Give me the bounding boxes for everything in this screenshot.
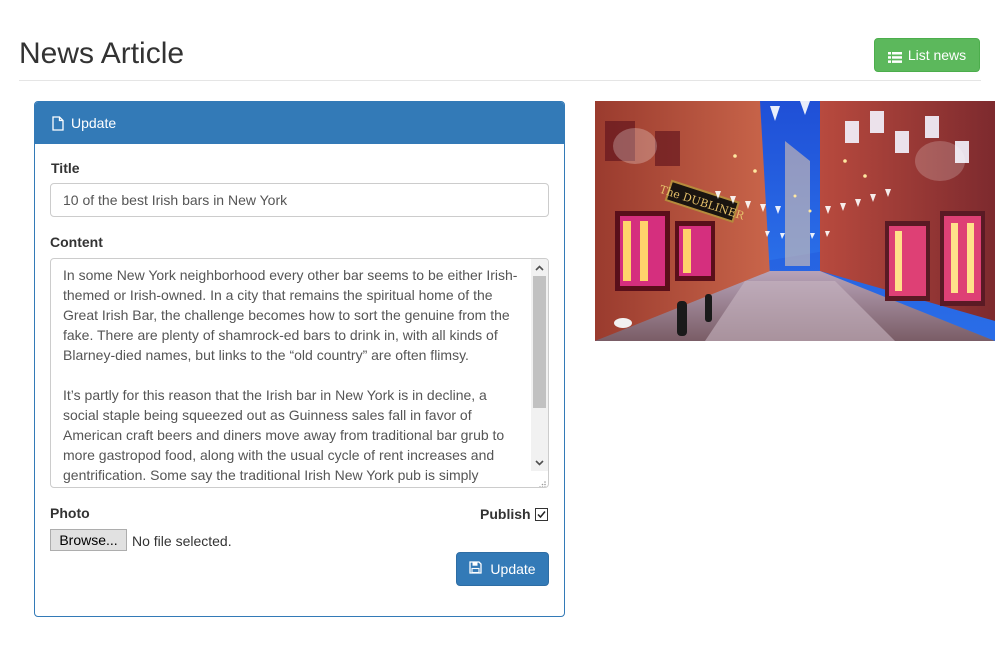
list-news-button[interactable]: List news [874, 38, 980, 72]
resize-grip-icon[interactable] [537, 476, 547, 487]
publish-field: Publish [480, 506, 548, 522]
list-news-label: List news [907, 47, 967, 63]
title-label: Title [51, 160, 80, 176]
file-status: No file selected. [132, 533, 232, 549]
update-button[interactable]: Update [456, 552, 549, 586]
browse-button[interactable]: Browse... [50, 529, 127, 551]
article-photo: The DUBLINER [595, 101, 995, 341]
scroll-down-arrow-icon[interactable] [531, 454, 548, 471]
scroll-up-arrow-icon[interactable] [531, 259, 548, 276]
content-scrollbar[interactable] [531, 259, 548, 471]
update-panel: Update Title Content In some New York ne… [34, 101, 565, 617]
title-input[interactable] [50, 183, 549, 217]
file-icon [52, 115, 64, 131]
panel-heading: Update [35, 102, 564, 144]
photo-label: Photo [50, 505, 90, 521]
page-title: News Article [19, 37, 185, 70]
checkmark-icon [537, 511, 546, 519]
list-icon [887, 50, 902, 63]
update-button-label: Update [490, 561, 536, 577]
content-label: Content [50, 234, 103, 250]
panel-heading-label: Update [71, 115, 117, 131]
content-textarea[interactable]: In some New York neighborhood every othe… [50, 258, 549, 488]
publish-label: Publish [480, 506, 531, 522]
floppy-disk-icon [469, 561, 483, 577]
publish-checkbox[interactable] [534, 508, 548, 521]
scroll-thumb[interactable] [533, 276, 546, 408]
content-text: In some New York neighborhood every othe… [63, 267, 518, 483]
page-header: News Article List news [19, 0, 981, 81]
